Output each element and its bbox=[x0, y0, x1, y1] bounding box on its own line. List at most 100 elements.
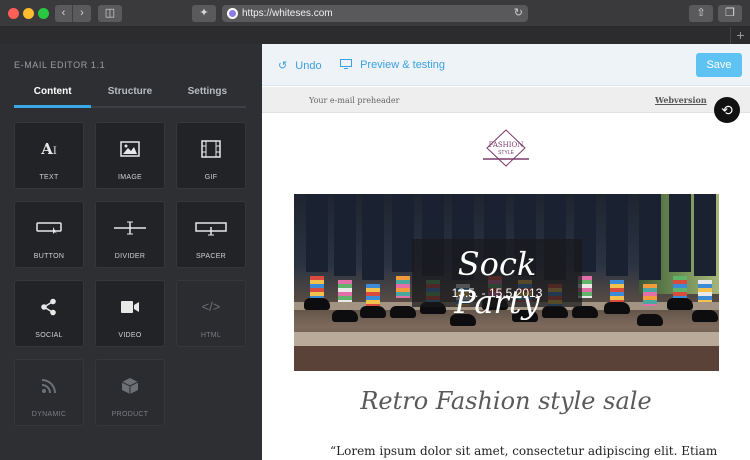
email-canvas: ↺ Undo Preview & testing Save Your e-mai… bbox=[262, 44, 750, 460]
hero-date: 13.5. - 15.5.2013 bbox=[451, 286, 543, 300]
block-image[interactable]: IMAGE bbox=[95, 122, 165, 189]
hero-sock bbox=[673, 276, 687, 298]
close-window-button[interactable] bbox=[8, 8, 19, 19]
hero-title: Sock Party bbox=[454, 245, 540, 321]
tab-structure[interactable]: Structure bbox=[91, 82, 168, 106]
block-label: DIVIDER bbox=[114, 253, 146, 260]
browser-toolbar: ‹ › ◫ ✦ https://whiteses.com ↻ ⇧ ❐ bbox=[0, 0, 750, 27]
hero-sock bbox=[698, 280, 712, 302]
preview-label: Preview & testing bbox=[360, 59, 446, 71]
hero-shoe bbox=[604, 302, 630, 314]
hero-sock bbox=[310, 276, 324, 298]
hero-sock bbox=[366, 284, 380, 306]
share-button[interactable]: ⇧ bbox=[689, 5, 713, 22]
block-spacer[interactable]: SPACER bbox=[176, 201, 246, 268]
hero-sock bbox=[643, 284, 657, 306]
history-button[interactable]: ⟲ bbox=[714, 97, 740, 123]
preheader-bar: Your e-mail preheader Webversion bbox=[262, 87, 750, 113]
hero-image[interactable]: Sock Party 13.5. - 15.5.2013 bbox=[294, 194, 719, 371]
block-product[interactable]: PRODUCT bbox=[95, 359, 165, 426]
logo-subtext: STYLE bbox=[498, 150, 514, 156]
extension-button[interactable]: ✦ bbox=[192, 5, 216, 22]
url-text: https://whiteses.com bbox=[242, 8, 333, 19]
editor-title: E-MAIL EDITOR 1.1 bbox=[14, 60, 106, 70]
block-divider[interactable]: DIVIDER bbox=[95, 201, 165, 268]
tab-content[interactable]: Content bbox=[14, 82, 91, 106]
undo-icon: ↺ bbox=[278, 60, 288, 72]
block-label: DYNAMIC bbox=[31, 411, 67, 418]
hero-shoe bbox=[667, 298, 693, 310]
hero-leg bbox=[606, 194, 628, 276]
block-html[interactable]: </> HTML bbox=[176, 280, 246, 347]
sidebar-icon: ◫ bbox=[104, 7, 116, 19]
email-headline[interactable]: Retro Fashion style sale bbox=[262, 387, 750, 415]
preheader-text[interactable]: Your e-mail preheader bbox=[309, 96, 399, 105]
tabs-icon: ❐ bbox=[725, 7, 735, 19]
hero-step bbox=[294, 346, 719, 371]
block-label: BUTTON bbox=[33, 253, 65, 260]
hero-shoe bbox=[332, 310, 358, 322]
hero-sock bbox=[396, 276, 410, 298]
block-label: VIDEO bbox=[118, 332, 142, 339]
sidebar-toggle-button[interactable]: ◫ bbox=[98, 5, 122, 22]
hero-step bbox=[294, 332, 719, 346]
webversion-link[interactable]: Webversion bbox=[655, 95, 707, 105]
hero-shoe bbox=[304, 298, 330, 310]
button-icon bbox=[15, 216, 83, 240]
hero-leg bbox=[639, 194, 661, 280]
block-label: GIF bbox=[204, 174, 218, 181]
hero-leg bbox=[392, 194, 414, 272]
divider-icon bbox=[96, 216, 164, 240]
share-icon: ⇧ bbox=[696, 7, 706, 19]
logo-text: FASHION bbox=[488, 141, 524, 149]
undo-button[interactable]: ↺ Undo bbox=[278, 59, 322, 72]
video-icon bbox=[96, 295, 164, 319]
block-label: TEXT bbox=[39, 174, 59, 181]
brand-logo[interactable]: FASHION STYLE bbox=[480, 129, 532, 167]
share-icon bbox=[15, 295, 83, 319]
spacer-icon bbox=[177, 216, 245, 240]
block-label: SPACER bbox=[195, 253, 227, 260]
preview-testing-button[interactable]: Preview & testing bbox=[340, 59, 445, 71]
tab-settings[interactable]: Settings bbox=[169, 82, 246, 106]
block-dynamic[interactable]: DYNAMIC bbox=[14, 359, 84, 426]
box-icon bbox=[96, 374, 164, 398]
code-icon: </> bbox=[201, 299, 221, 314]
undo-label: Undo bbox=[295, 60, 322, 72]
hero-leg bbox=[306, 194, 328, 272]
hero-sock bbox=[338, 280, 352, 302]
hero-shoe bbox=[637, 314, 663, 326]
hero-sock bbox=[610, 280, 624, 302]
new-tab-button[interactable]: + bbox=[730, 27, 750, 44]
email-body-text[interactable]: “Lorem ipsum dolor sit amet, consectetur… bbox=[330, 444, 750, 458]
rss-icon bbox=[15, 374, 83, 398]
tab-overview-button[interactable]: ❐ bbox=[718, 5, 742, 22]
hero-caption-box: Sock Party 13.5. - 15.5.2013 bbox=[412, 239, 582, 321]
block-label: IMAGE bbox=[117, 174, 143, 181]
minimize-window-button[interactable] bbox=[23, 8, 34, 19]
hero-shoe bbox=[692, 310, 718, 322]
reload-icon[interactable]: ↻ bbox=[514, 5, 523, 22]
block-social[interactable]: SOCIAL bbox=[14, 280, 84, 347]
site-icon bbox=[227, 8, 238, 19]
hero-leg bbox=[669, 194, 691, 272]
block-gif[interactable]: GIF bbox=[176, 122, 246, 189]
zoom-window-button[interactable] bbox=[38, 8, 49, 19]
text-icon: AI bbox=[41, 140, 57, 158]
block-text[interactable]: AI TEXT bbox=[14, 122, 84, 189]
forward-icon[interactable]: › bbox=[73, 5, 91, 22]
hero-leg bbox=[362, 194, 384, 280]
hero-leg bbox=[334, 194, 356, 276]
block-label: SOCIAL bbox=[35, 332, 63, 339]
active-tab-indicator bbox=[14, 105, 91, 108]
back-icon[interactable]: ‹ bbox=[55, 5, 73, 22]
magic-wand-icon: ✦ bbox=[199, 7, 209, 19]
hero-shoe bbox=[360, 306, 386, 318]
block-video[interactable]: VIDEO bbox=[95, 280, 165, 347]
history-icon: ⟲ bbox=[721, 102, 733, 118]
image-icon bbox=[96, 137, 164, 161]
save-button[interactable]: Save bbox=[696, 53, 742, 77]
block-button[interactable]: BUTTON bbox=[14, 201, 84, 268]
editor-sidebar: E-MAIL EDITOR 1.1 Content Structure Sett… bbox=[0, 44, 262, 460]
address-bar[interactable]: https://whiteses.com ↻ bbox=[222, 5, 528, 22]
